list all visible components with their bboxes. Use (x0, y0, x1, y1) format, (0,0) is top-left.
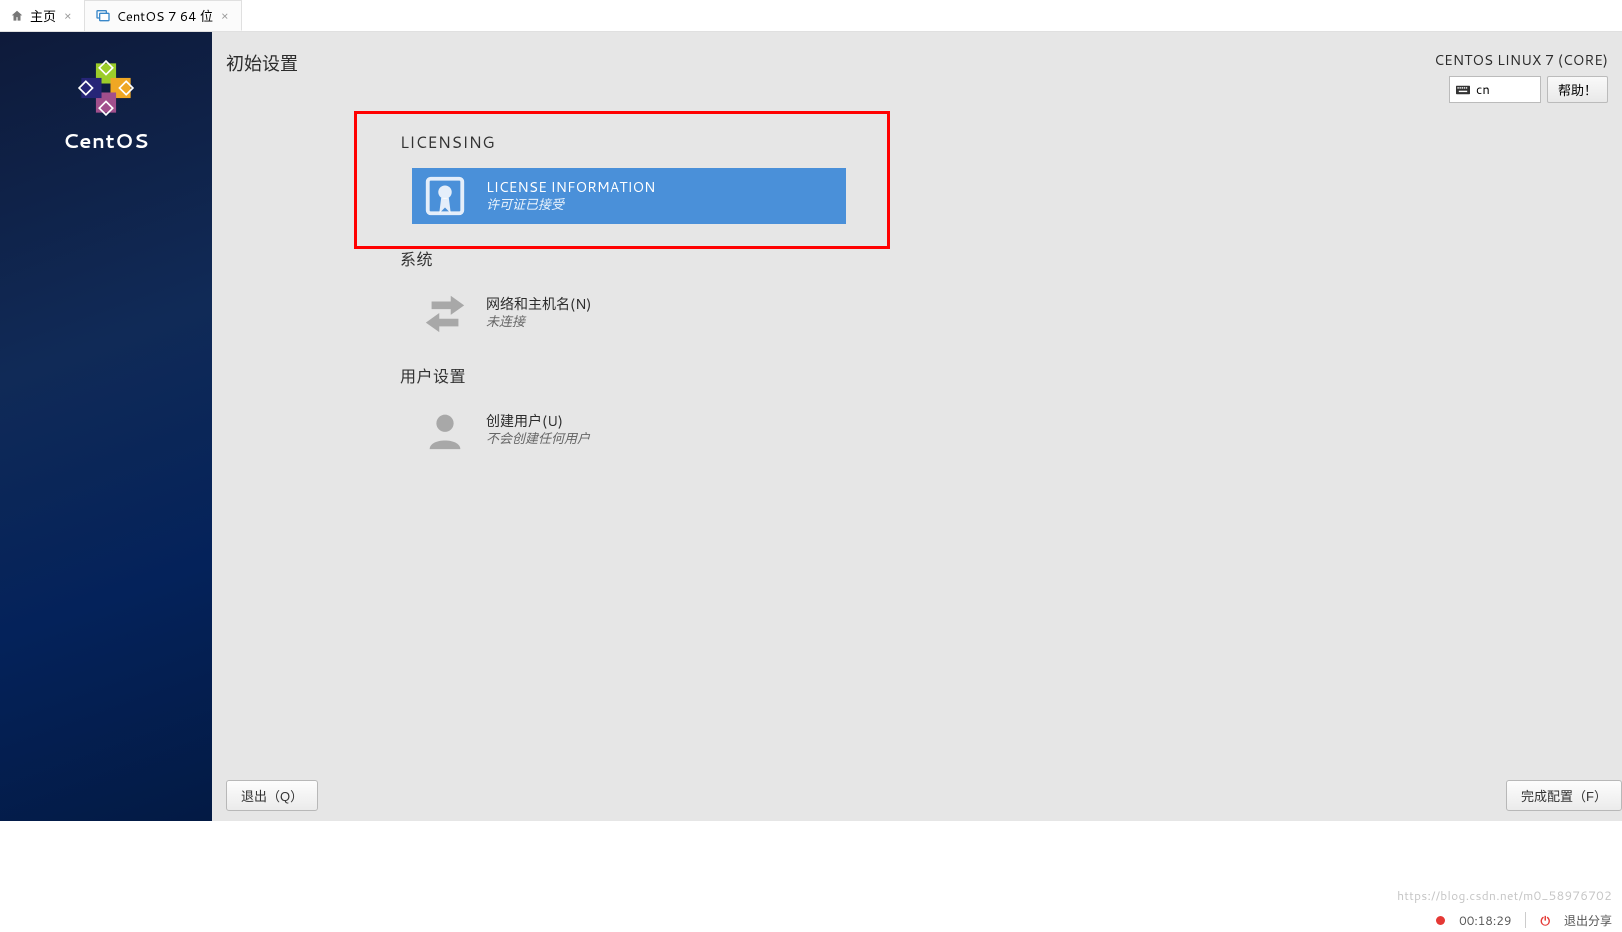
spoke-user-sub: 不会创建任何用户 (486, 431, 590, 449)
sections-container: LICENSING LICENSE INFORMATION 许可证已接受 系统 … (400, 131, 1120, 458)
keyboard-icon (1456, 85, 1470, 95)
content-header: 初始设置 CENTOS LINUX 7 (CORE) cn 帮助！ (226, 50, 1608, 103)
host-tab-home-label: 主页 (30, 6, 56, 26)
close-icon[interactable]: × (219, 7, 231, 24)
spoke-user-title: 创建用户(U) (486, 412, 590, 431)
license-icon (422, 176, 468, 216)
spoke-license-sub: 许可证已接受 (486, 197, 655, 215)
close-icon[interactable]: × (62, 7, 74, 24)
network-icon (422, 293, 468, 333)
section-heading-system: 系统 (400, 246, 1120, 271)
centos-logo: CentOS (63, 60, 149, 155)
record-indicator-icon (1436, 916, 1445, 925)
spoke-network-title: 网络和主机名(N) (486, 295, 592, 314)
spoke-network[interactable]: 网络和主机名(N) 未连接 (412, 285, 846, 341)
workspace: CentOS 初始设置 CENTOS LINUX 7 (CORE) cn 帮助！… (0, 32, 1622, 821)
spoke-user[interactable]: 创建用户(U) 不会创建任何用户 (412, 402, 846, 458)
header-right: CENTOS LINUX 7 (CORE) cn 帮助！ (1434, 50, 1608, 103)
home-icon (10, 9, 24, 23)
exit-share-button[interactable]: 退出分享 (1564, 912, 1612, 929)
centos-logo-icon (78, 60, 134, 116)
finish-button[interactable]: 完成配置（F） (1506, 780, 1622, 811)
keyboard-layout-indicator[interactable]: cn (1449, 76, 1541, 103)
keyboard-layout-value: cn (1476, 81, 1490, 99)
section-heading-users: 用户设置 (400, 363, 1120, 388)
host-tab-bar: 主页 × CentOS 7 64 位 × (0, 0, 1622, 32)
vm-status-bar: 00:18:29 ⏻ 退出分享 (1426, 908, 1622, 932)
status-time: 00:18:29 (1459, 912, 1511, 929)
vm-icon (95, 8, 111, 24)
watermark-text: https://blog.csdn.net/m0_58976702 (1397, 887, 1612, 904)
host-tab-home[interactable]: 主页 × (0, 0, 85, 31)
user-icon (422, 410, 468, 450)
page-title: 初始设置 (226, 50, 298, 76)
section-heading-licensing: LICENSING (400, 131, 1120, 154)
installer-footer: 退出（Q） 完成配置（F） (226, 780, 1622, 811)
os-name-label: CENTOS LINUX 7 (CORE) (1434, 50, 1608, 70)
help-button[interactable]: 帮助！ (1547, 76, 1608, 103)
quit-button[interactable]: 退出（Q） (226, 780, 318, 811)
host-tab-vm[interactable]: CentOS 7 64 位 × (85, 0, 242, 31)
divider (1525, 912, 1526, 928)
host-tab-vm-label: CentOS 7 64 位 (117, 6, 213, 26)
spoke-license[interactable]: LICENSE INFORMATION 许可证已接受 (412, 168, 846, 224)
sidebar-distro-name: CentOS (63, 127, 149, 155)
spoke-network-sub: 未连接 (486, 314, 592, 332)
power-icon: ⏻ (1540, 912, 1550, 929)
content-area: 初始设置 CENTOS LINUX 7 (CORE) cn 帮助！ LICENS… (212, 32, 1622, 821)
sidebar: CentOS (0, 32, 212, 821)
spoke-license-title: LICENSE INFORMATION (486, 178, 655, 197)
